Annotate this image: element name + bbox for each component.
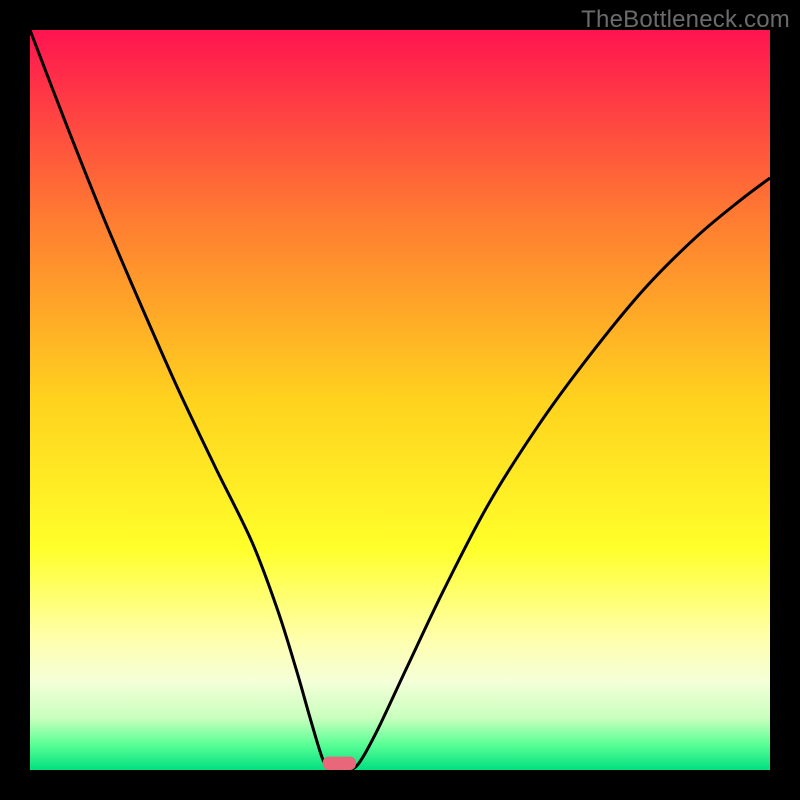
gradient-background [30, 30, 770, 770]
minimum-marker [323, 757, 356, 770]
bottleneck-curve-chart [30, 30, 770, 770]
plot-area [30, 30, 770, 770]
chart-frame: TheBottleneck.com [0, 0, 800, 800]
